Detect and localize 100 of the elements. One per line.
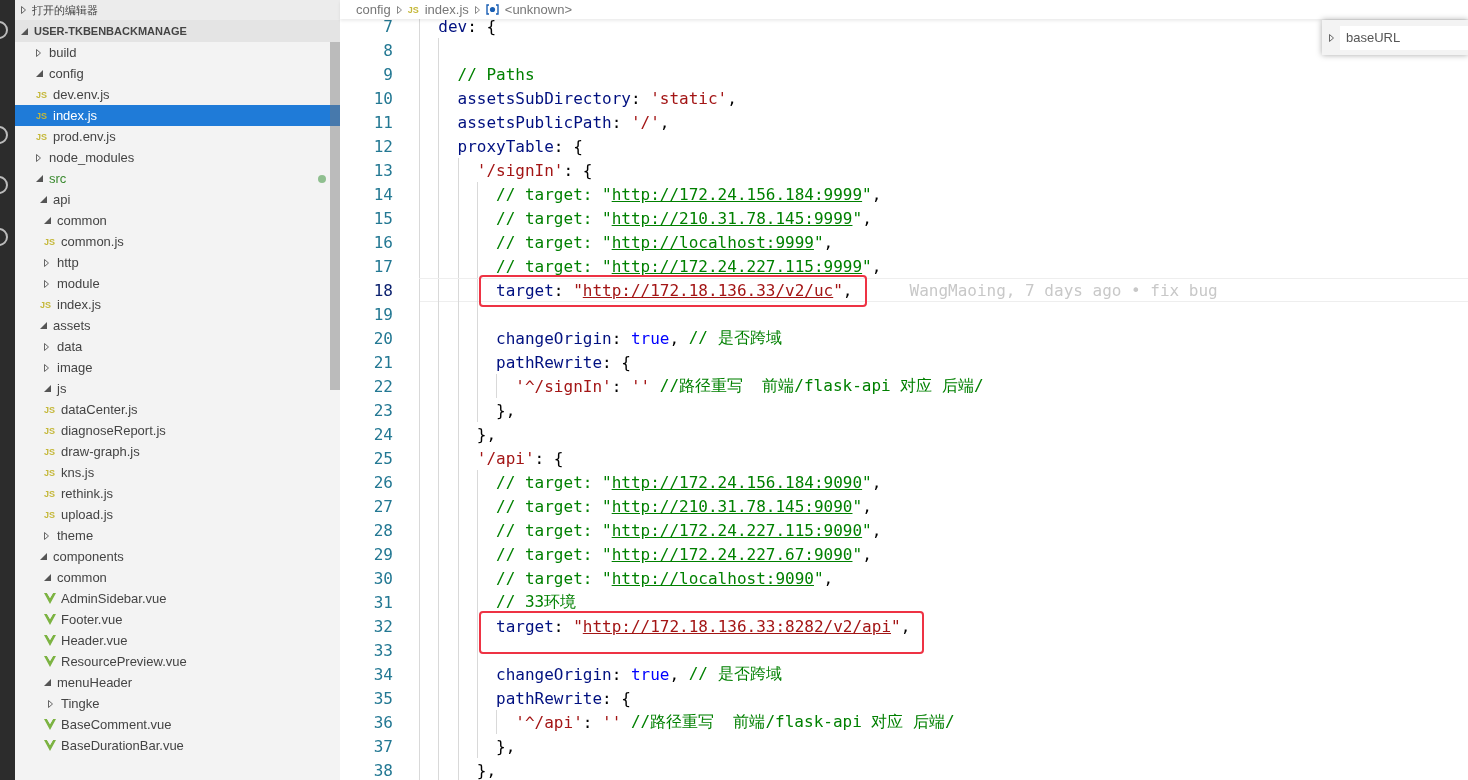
- folder-item[interactable]: src: [15, 168, 340, 189]
- folder-item[interactable]: image: [15, 357, 340, 378]
- folder-item[interactable]: node_modules: [15, 147, 340, 168]
- url-link[interactable]: http://localhost:9090: [611, 568, 814, 588]
- code-text: :: [553, 280, 565, 300]
- file-item[interactable]: JS rethink.js: [15, 483, 340, 504]
- file-item[interactable]: Header.vue: [15, 630, 340, 651]
- folder-item[interactable]: common: [15, 567, 340, 588]
- file-item[interactable]: JS index.js: [15, 105, 340, 126]
- code-text: },: [475, 424, 497, 444]
- folder-item[interactable]: components: [15, 546, 340, 567]
- code-text: ": [852, 544, 863, 564]
- activity-icon[interactable]: [0, 227, 9, 247]
- section-header[interactable]: USER-TKBENBACKMANAGE: [15, 20, 340, 42]
- folder-item[interactable]: js: [15, 378, 340, 399]
- breadcrumb-item[interactable]: index.js: [424, 2, 469, 17]
- url-link[interactable]: http://172.24.156.184:9090: [611, 472, 863, 492]
- url-link[interactable]: http://210.31.78.145:9090: [611, 496, 853, 516]
- file-item[interactable]: ResourcePreview.vue: [15, 651, 340, 672]
- js-icon: JS: [44, 425, 55, 436]
- collapsed-arrow-icon: [44, 342, 49, 351]
- code-text: ": [852, 496, 863, 516]
- line-number: 13: [372, 160, 394, 180]
- code-text: '/api': [475, 448, 535, 468]
- folder-item[interactable]: build: [15, 42, 340, 63]
- url-link[interactable]: http://172.18.136.33/v2/uc: [582, 280, 834, 300]
- activity-icon[interactable]: [0, 125, 9, 145]
- code-text: ,: [842, 280, 853, 300]
- code-text: :: [611, 376, 623, 396]
- file-item[interactable]: JS dev.env.js: [15, 84, 340, 105]
- line-number: 16: [372, 232, 394, 252]
- url-link[interactable]: http://localhost:9999: [611, 232, 814, 252]
- file-item[interactable]: JS common.js: [15, 231, 340, 252]
- breadcrumb-item[interactable]: config: [356, 2, 391, 17]
- code-text: ": [862, 472, 872, 492]
- code-text: ,: [823, 232, 834, 252]
- activity-icon[interactable]: [0, 175, 9, 195]
- code-text: // target: ": [495, 544, 612, 564]
- code-text: target: [495, 616, 554, 636]
- code-text: pathRewrite: [495, 688, 603, 708]
- file-item[interactable]: JS dataCenter.js: [15, 399, 340, 420]
- code-text: ,: [727, 88, 737, 108]
- code-text: ": [813, 232, 824, 252]
- code-text: ,: [669, 664, 681, 684]
- line-number: 24: [372, 424, 394, 444]
- line-number: 23: [372, 400, 394, 420]
- file-item[interactable]: JS diagnoseReport.js: [15, 420, 340, 441]
- folder-item[interactable]: menuHeader: [15, 672, 340, 693]
- code-text: ": [862, 184, 872, 204]
- chevron-icon: [396, 5, 402, 14]
- code-text: //路径重写 前端/flask-api 对应 后端/: [658, 375, 984, 397]
- url-link[interactable]: http://172.24.227.67:9090: [611, 544, 853, 564]
- code-text: : {: [602, 688, 631, 708]
- code-text: // target: ": [495, 208, 612, 228]
- folder-item[interactable]: api: [15, 189, 340, 210]
- vue-icon: [44, 656, 56, 667]
- code-text: : {: [563, 160, 593, 180]
- folder-item[interactable]: common: [15, 210, 340, 231]
- file-item[interactable]: JS index.js: [15, 294, 340, 315]
- breadcrumb-item[interactable]: <unknown>: [504, 2, 573, 17]
- folder-item[interactable]: Tingke: [15, 693, 340, 714]
- file-item[interactable]: JS upload.js: [15, 504, 340, 525]
- url-link[interactable]: http://172.24.227.115:9090: [611, 520, 863, 540]
- file-item[interactable]: JS draw-graph.js: [15, 441, 340, 462]
- line-number: 18: [372, 280, 394, 300]
- folder-item[interactable]: module: [15, 273, 340, 294]
- url-link[interactable]: http://172.24.227.115:9999: [611, 256, 863, 276]
- url-link[interactable]: http://210.31.78.145:9999: [611, 208, 853, 228]
- collapsed-arrow-icon: [21, 6, 26, 14]
- file-item[interactable]: JS kns.js: [15, 462, 340, 483]
- file-item[interactable]: Footer.vue: [15, 609, 340, 630]
- url-link[interactable]: http://172.24.156.184:9999: [611, 184, 863, 204]
- code-text: },: [475, 760, 497, 780]
- code-text: ": [833, 280, 843, 300]
- scrollbar[interactable]: [330, 42, 340, 390]
- collapsed-arrow-icon: [36, 153, 41, 162]
- file-item[interactable]: AdminSidebar.vue: [15, 588, 340, 609]
- code-text: //路径重写 前端/flask-api 对应 后端/: [629, 711, 955, 733]
- folder-item[interactable]: data: [15, 336, 340, 357]
- line-number: 26: [372, 472, 394, 492]
- folder-item[interactable]: assets: [15, 315, 340, 336]
- file-item[interactable]: BaseDurationBar.vue: [15, 735, 340, 756]
- line-number: 15: [372, 208, 394, 228]
- line-number: 30: [372, 568, 394, 588]
- url-link[interactable]: http://172.18.136.33:8282/v2/api: [582, 616, 891, 636]
- line-number: 35: [372, 688, 394, 708]
- code-text: '/': [630, 112, 660, 132]
- activity-icon[interactable]: [0, 20, 9, 40]
- code-text: '/signIn': [475, 160, 564, 180]
- code-text: changeOrigin: [495, 664, 612, 684]
- expanded-arrow-icon: [44, 385, 51, 392]
- file-item[interactable]: JS prod.env.js: [15, 126, 340, 147]
- folder-item[interactable]: http: [15, 252, 340, 273]
- code-text: target: [495, 280, 554, 300]
- section-header[interactable]: 打开的编辑器: [15, 0, 340, 20]
- file-item[interactable]: BaseComment.vue: [15, 714, 340, 735]
- folder-item[interactable]: config: [15, 63, 340, 84]
- folder-item[interactable]: theme: [15, 525, 340, 546]
- code-text: // target: ": [495, 184, 612, 204]
- find-input[interactable]: baseURL: [1340, 25, 1468, 50]
